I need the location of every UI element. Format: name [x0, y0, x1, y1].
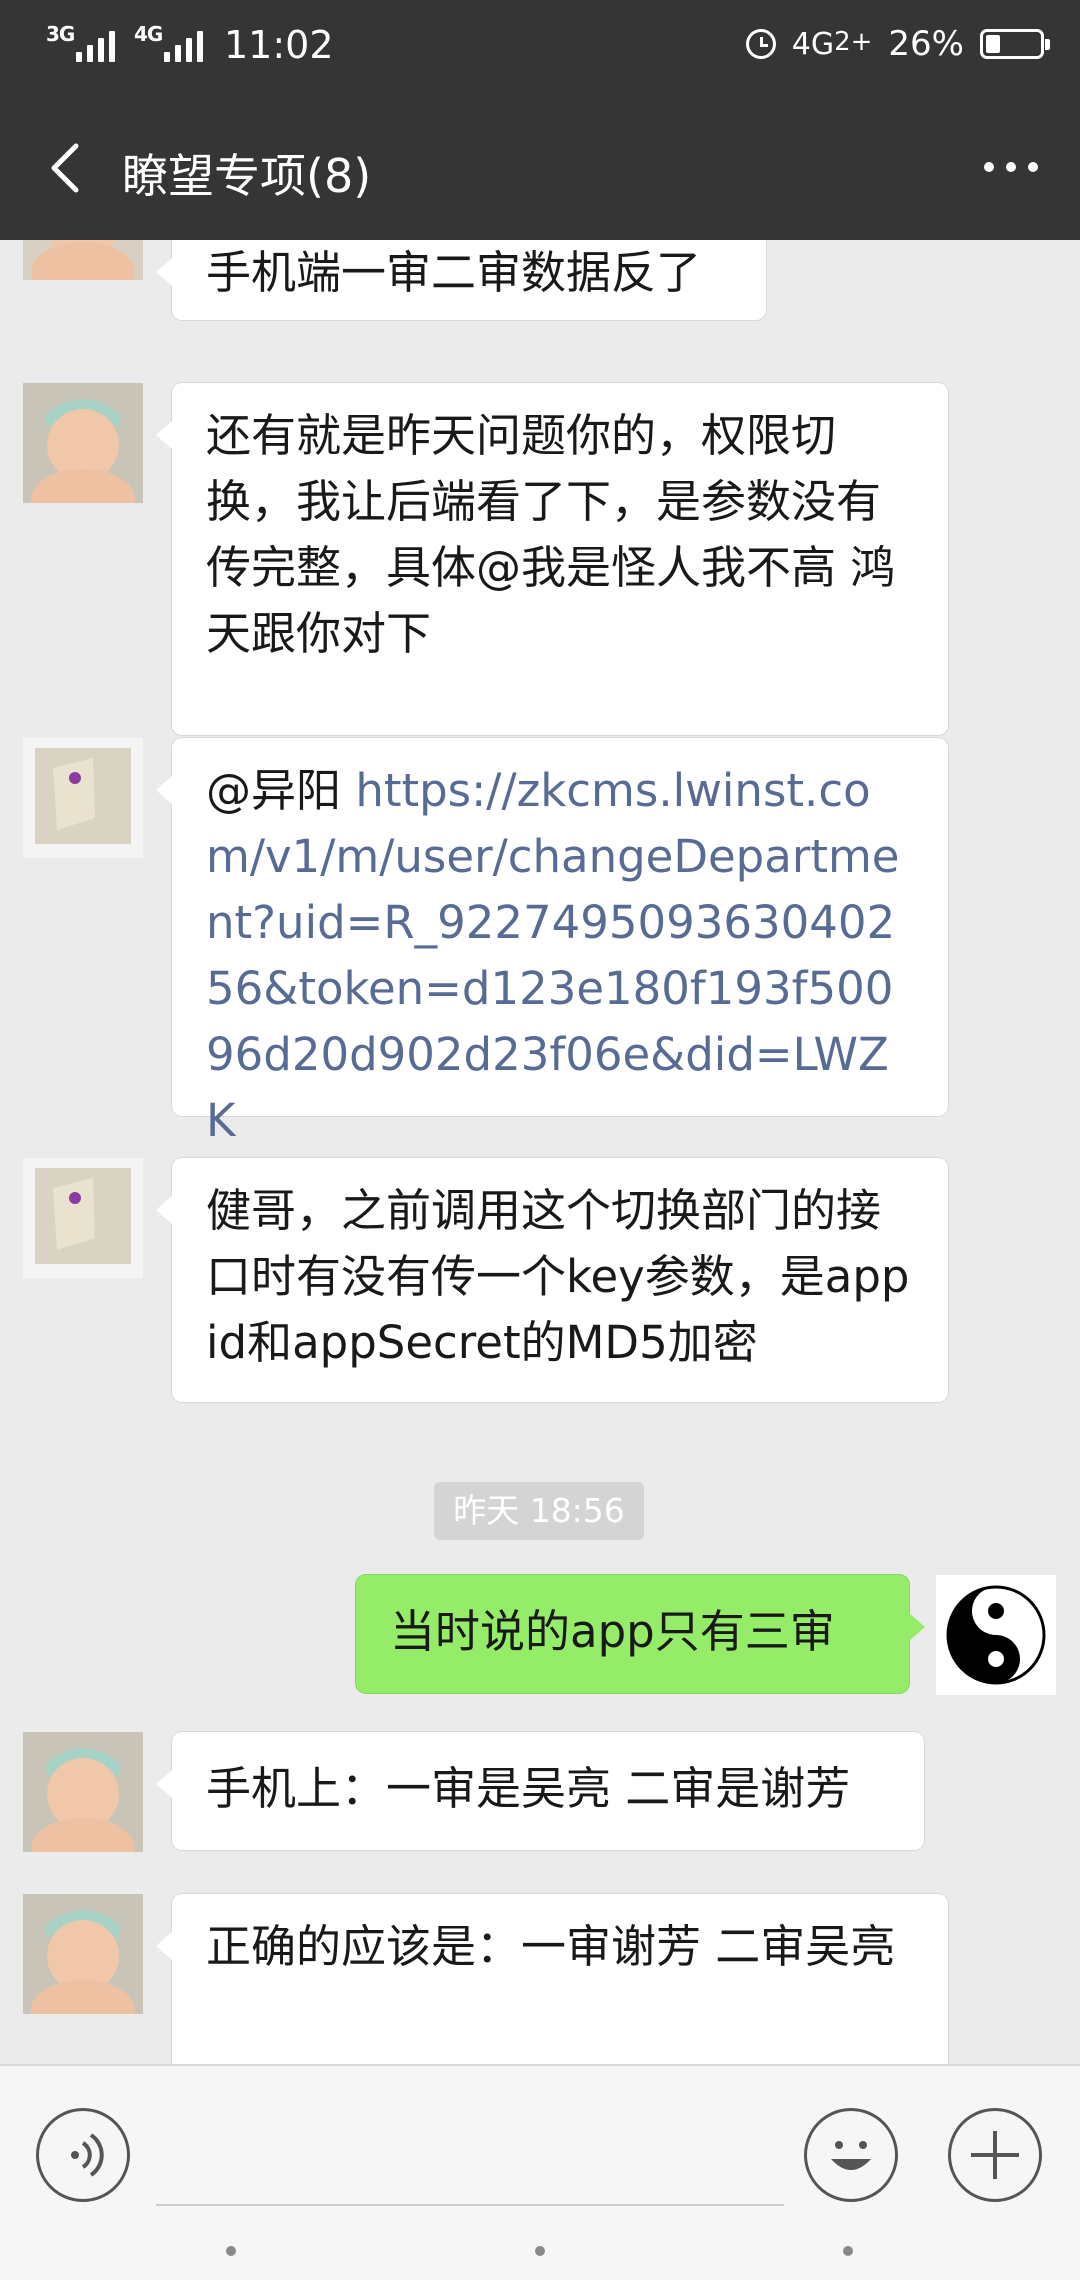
voice-button[interactable]: [36, 2108, 130, 2202]
emoji-button[interactable]: [804, 2108, 898, 2202]
baby-avatar-icon: [23, 1732, 143, 1852]
back-arrow-icon[interactable]: [38, 138, 98, 198]
status-bar: 3G 4G 11:02 4G2+ 26%: [0, 0, 1080, 96]
alarm-icon: [745, 29, 776, 59]
sender-avatar[interactable]: [23, 738, 143, 858]
message-text: 手机端一审二审数据反了: [206, 246, 702, 299]
signal-sim1-icon: 3G: [46, 22, 116, 68]
message-bubble[interactable]: 手机上：一审是吴亮 二审是谢芳: [156, 1732, 924, 1850]
signal-sim2-icon: 4G: [134, 22, 204, 68]
battery-percent: 26%: [888, 24, 964, 64]
message-text: 还有就是昨天问题你的，权限切换，我让后端看了下，是参数没有传完整，具体@我是怪人…: [206, 409, 896, 660]
sender-avatar[interactable]: [23, 1894, 143, 2014]
plus-icon: [971, 2131, 1019, 2179]
voice-icon: [71, 2133, 104, 2177]
nav-dot: [226, 2246, 236, 2256]
sender-avatar[interactable]: [23, 240, 143, 280]
plus-button[interactable]: [948, 2108, 1042, 2202]
message-input[interactable]: [156, 2116, 784, 2206]
message-bubble[interactable]: 当时说的app只有三审: [356, 1575, 925, 1693]
message-text: 当时说的app只有三审: [390, 1605, 835, 1658]
smiley-icon: [831, 2141, 871, 2170]
nav-dot: [535, 2246, 545, 2256]
sender-avatar[interactable]: [23, 1158, 143, 1278]
photo-avatar-icon: [23, 1158, 143, 1278]
message-link[interactable]: https://zkcms.lwinst.com/v1/m/user/chang…: [206, 764, 899, 1147]
message-text: 手机上：一审是吴亮 二审是谢芳: [206, 1762, 851, 1815]
more-options-icon[interactable]: [976, 142, 1046, 192]
message-bubble[interactable]: 健哥，之前调用这个切换部门的接口时有没有传一个key参数，是appid和appS…: [156, 1158, 948, 1402]
network-type: 4G: [791, 26, 835, 62]
baby-avatar-icon: [23, 1894, 143, 2014]
message-text: 正确的应该是：一审谢芳 二审吴亮: [206, 1920, 896, 1973]
message-bubble[interactable]: 手机端一审二审数据反了: [156, 240, 766, 320]
message-bubble[interactable]: 还有就是昨天问题你的，权限切换，我让后端看了下，是参数没有传完整，具体@我是怪人…: [156, 383, 948, 735]
battery-fill: [986, 35, 1000, 53]
network-sub: 2+: [834, 26, 873, 57]
photo-avatar-icon: [23, 738, 143, 858]
message-bubble[interactable]: @异阳 https://zkcms.lwinst.com/v1/m/user/c…: [156, 738, 948, 1147]
baby-avatar-icon: [23, 383, 143, 503]
sender-avatar[interactable]: [23, 1732, 143, 1852]
baby-avatar-icon: [23, 240, 143, 280]
sender-avatar[interactable]: [23, 383, 143, 503]
chat-title: 瞭望专项(8): [122, 149, 372, 203]
chat-header: 瞭望专项(8): [0, 96, 1080, 240]
input-bar: [0, 2064, 1080, 2280]
network-indicator: 4G2+: [792, 27, 873, 62]
mention-text: @异阳: [206, 764, 356, 817]
timestamp-badge: 昨天 18:56: [434, 1482, 644, 1540]
sim1-network-label: 3G: [46, 22, 75, 46]
message-bubble[interactable]: 正确的应该是：一审谢芳 二审吴亮: [156, 1894, 948, 2064]
my-avatar[interactable]: [936, 1575, 1056, 1695]
message-list[interactable]: 手机端一审二审数据反了 还有就是昨天问题你的，权限切换，我让后端看了下，是参数没…: [0, 240, 1080, 2064]
nav-dot: [843, 2246, 853, 2256]
yin-yang-avatar-icon: [936, 1575, 1056, 1695]
battery-icon: [980, 29, 1050, 59]
sim2-network-label: 4G: [134, 22, 163, 46]
status-time: 11:02: [224, 23, 334, 67]
message-text: 健哥，之前调用这个切换部门的接口时有没有传一个key参数，是appid和appS…: [206, 1184, 910, 1369]
